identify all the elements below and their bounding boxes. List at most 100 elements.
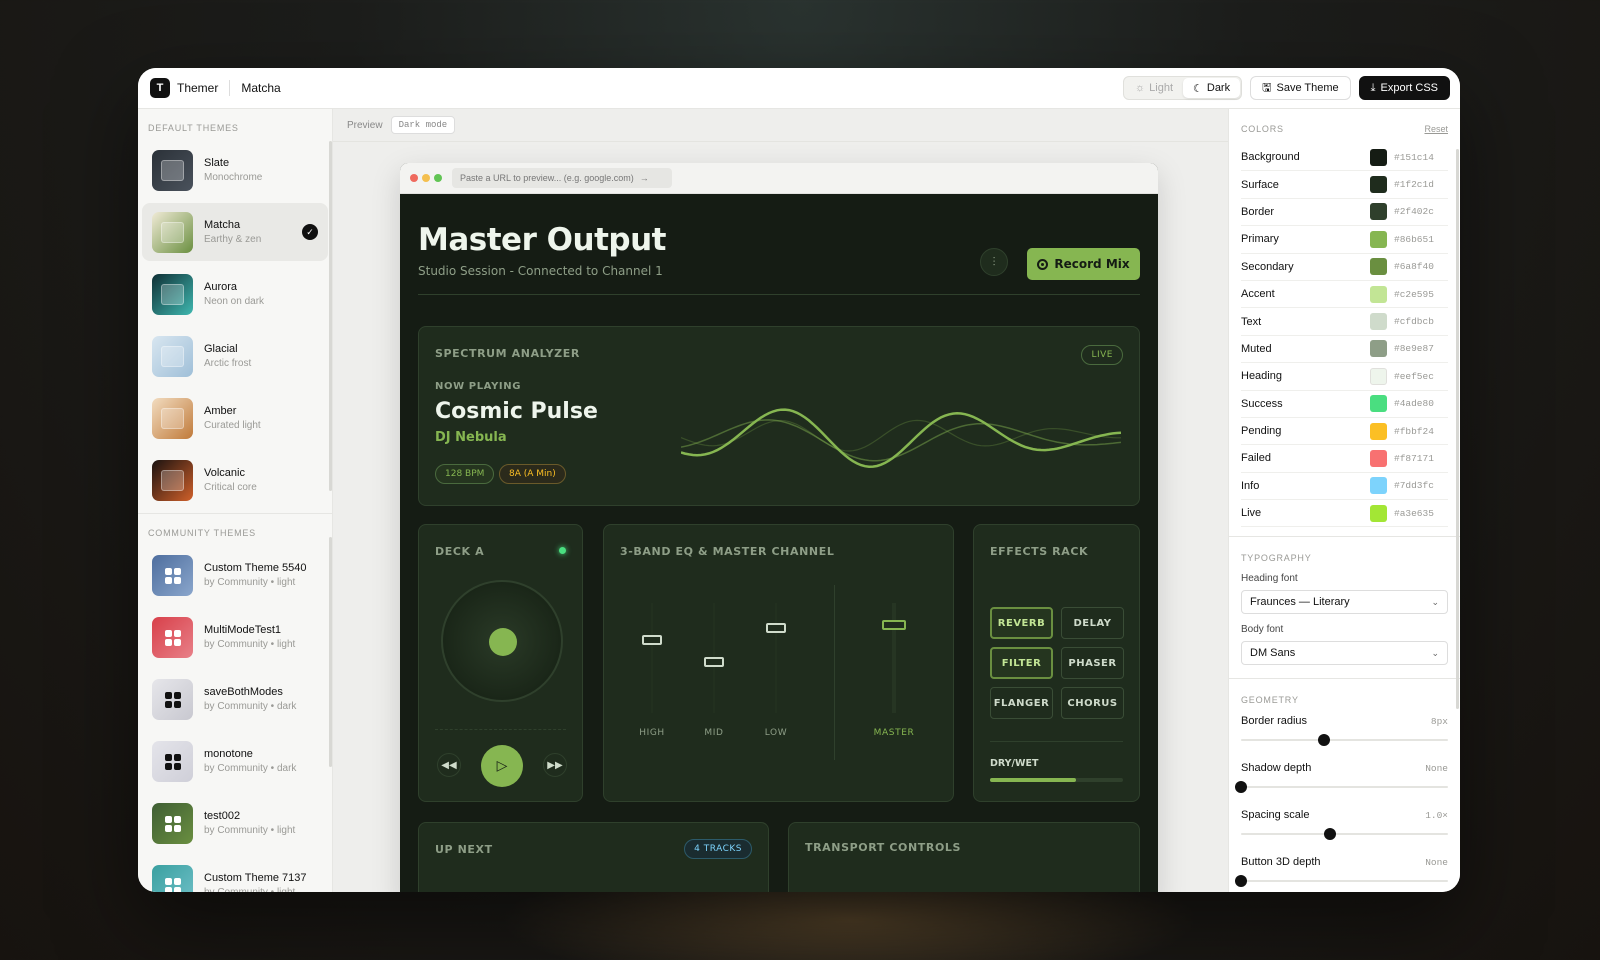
color-swatch[interactable] xyxy=(1370,367,1387,385)
key-badge: 8A (A Min) xyxy=(499,464,566,484)
slider-knob[interactable] xyxy=(1324,828,1336,841)
theme-item[interactable]: Volcanic Critical core xyxy=(142,451,328,509)
color-swatch[interactable] xyxy=(1370,504,1387,522)
fader-knob[interactable] xyxy=(882,620,906,630)
color-swatch[interactable] xyxy=(1370,148,1387,166)
color-hex: #f87171 xyxy=(1394,452,1434,464)
slider-knob[interactable] xyxy=(1235,781,1247,794)
color-row[interactable]: Surface #1f2c1d xyxy=(1241,171,1448,199)
fast-forward-button[interactable]: ▶▶ xyxy=(543,753,567,777)
color-swatch[interactable] xyxy=(1370,477,1387,495)
color-swatch[interactable] xyxy=(1370,258,1387,276)
heading-font-select[interactable]: Fraunces — Literary ⌄ xyxy=(1241,590,1448,615)
color-swatch[interactable] xyxy=(1370,395,1387,413)
color-row[interactable]: Muted #8e9e87 xyxy=(1241,336,1448,364)
fader-knob[interactable] xyxy=(642,635,662,646)
drywet-fill xyxy=(990,778,1077,782)
color-row[interactable]: Accent #c2e595 xyxy=(1241,281,1448,309)
url-placeholder: Paste a URL to preview... (e.g. google.c… xyxy=(460,173,634,183)
turntable-platter[interactable] xyxy=(441,580,563,702)
color-swatch[interactable] xyxy=(1370,285,1387,303)
play-icon: ▷ xyxy=(496,758,508,774)
theme-item[interactable]: monotone by Community • dark xyxy=(142,732,328,790)
color-row[interactable]: Failed #f87171 xyxy=(1241,445,1448,473)
color-hex: #2f402c xyxy=(1394,206,1434,218)
geometry-value: 1.0× xyxy=(1425,810,1448,822)
deck-a-card: DECK A ◀◀ ▷ ▶▶ xyxy=(418,524,583,802)
effect-button-chorus[interactable]: CHORUS xyxy=(1061,687,1124,719)
theme-item[interactable]: MultiModeTest1 by Community • light xyxy=(142,608,328,666)
geometry-slider[interactable] xyxy=(1241,734,1448,747)
theme-item[interactable]: test002 by Community • light xyxy=(142,794,328,852)
color-row[interactable]: Text #cfdbcb xyxy=(1241,308,1448,336)
artist-name: DJ Nebula xyxy=(435,430,507,445)
rewind-icon: ◀◀ xyxy=(441,759,457,771)
geometry-label: Shadow depth xyxy=(1241,762,1312,775)
color-row[interactable]: Success #4ade80 xyxy=(1241,391,1448,418)
theme-item[interactable]: Slate Monochrome xyxy=(142,141,328,199)
rewind-button[interactable]: ◀◀ xyxy=(437,753,461,777)
color-row[interactable]: Border #2f402c xyxy=(1241,199,1448,227)
color-swatch[interactable] xyxy=(1370,313,1387,331)
body-font-select[interactable]: DM Sans ⌄ xyxy=(1241,641,1448,666)
fader-track[interactable] xyxy=(651,603,653,713)
color-swatch[interactable] xyxy=(1370,176,1387,194)
divider xyxy=(418,294,1140,295)
check-icon: ✓ xyxy=(302,224,318,240)
export-css-button[interactable]: ⤓ Export CSS xyxy=(1358,76,1450,100)
fader-track[interactable] xyxy=(775,603,777,713)
record-mix-button[interactable]: Record Mix xyxy=(1027,248,1140,280)
color-row[interactable]: Primary #86b651 xyxy=(1241,226,1448,254)
scrollbar[interactable] xyxy=(1456,149,1459,709)
fader-knob[interactable] xyxy=(704,657,724,668)
effect-button-flanger[interactable]: FLANGER xyxy=(990,687,1053,719)
slider-knob[interactable] xyxy=(1235,875,1247,888)
geometry-slider[interactable] xyxy=(1241,828,1448,841)
play-button[interactable]: ▷ xyxy=(481,745,523,787)
url-input[interactable]: Paste a URL to preview... (e.g. google.c… xyxy=(452,168,672,188)
waveform-button[interactable]: ⫶ xyxy=(980,248,1008,276)
color-swatch[interactable] xyxy=(1370,449,1387,467)
theme-item[interactable]: Matcha Earthy & zen ✓ xyxy=(142,203,328,261)
color-row[interactable]: Pending #fbbf24 xyxy=(1241,418,1448,446)
effect-button-phaser[interactable]: PHASER xyxy=(1061,647,1124,679)
color-swatch[interactable] xyxy=(1370,230,1387,248)
app-logo: T xyxy=(150,78,170,98)
divider xyxy=(834,585,835,760)
color-hex: #8e9e87 xyxy=(1394,343,1434,355)
scrollbar[interactable] xyxy=(329,141,332,491)
theme-item[interactable]: saveBothModes by Community • dark xyxy=(142,670,328,728)
effect-button-filter[interactable]: FILTER xyxy=(990,647,1053,679)
fader-knob[interactable] xyxy=(766,623,786,634)
theme-item[interactable]: Custom Theme 5540 by Community • light xyxy=(142,546,328,604)
color-row[interactable]: Info #7dd3fc xyxy=(1241,473,1448,501)
color-row[interactable]: Heading #eef5ec xyxy=(1241,363,1448,391)
theme-item[interactable]: Aurora Neon on dark xyxy=(142,265,328,323)
color-row[interactable]: Background #151c14 xyxy=(1241,144,1448,172)
geometry-slider[interactable] xyxy=(1235,781,1448,794)
color-swatch[interactable] xyxy=(1370,203,1387,221)
slider-knob[interactable] xyxy=(1317,734,1330,747)
dark-mode-button[interactable]: ☾ Dark xyxy=(1183,78,1241,98)
theme-thumbnail xyxy=(152,616,193,658)
scrollbar[interactable] xyxy=(329,537,332,767)
theme-item[interactable]: Glacial Arctic frost xyxy=(142,327,328,385)
geometry-value: None xyxy=(1425,763,1448,775)
color-hex: #7dd3fc xyxy=(1394,480,1434,492)
geometry-heading: GEOMETRY xyxy=(1241,695,1299,706)
color-swatch[interactable] xyxy=(1370,340,1387,358)
effect-button-reverb[interactable]: REVERB xyxy=(990,607,1053,639)
arrow-right-icon[interactable]: → xyxy=(640,173,649,183)
color-swatch[interactable] xyxy=(1370,422,1387,440)
drywet-slider[interactable] xyxy=(990,778,1123,782)
reset-link[interactable]: Reset xyxy=(1424,124,1448,134)
color-row[interactable]: Secondary #6a8f40 xyxy=(1241,254,1448,281)
geometry-slider[interactable] xyxy=(1235,875,1448,888)
save-theme-button[interactable]: 🖫 Save Theme xyxy=(1250,76,1351,100)
theme-item[interactable]: Amber Curated light xyxy=(142,389,328,447)
color-name: Heading xyxy=(1241,370,1282,383)
light-mode-button[interactable]: ☼ Light xyxy=(1125,78,1183,98)
color-row[interactable]: Live #a3e635 xyxy=(1241,500,1448,528)
theme-item[interactable]: Custom Theme 7137 by Community • light xyxy=(142,856,328,892)
effect-button-delay[interactable]: DELAY xyxy=(1061,607,1124,639)
